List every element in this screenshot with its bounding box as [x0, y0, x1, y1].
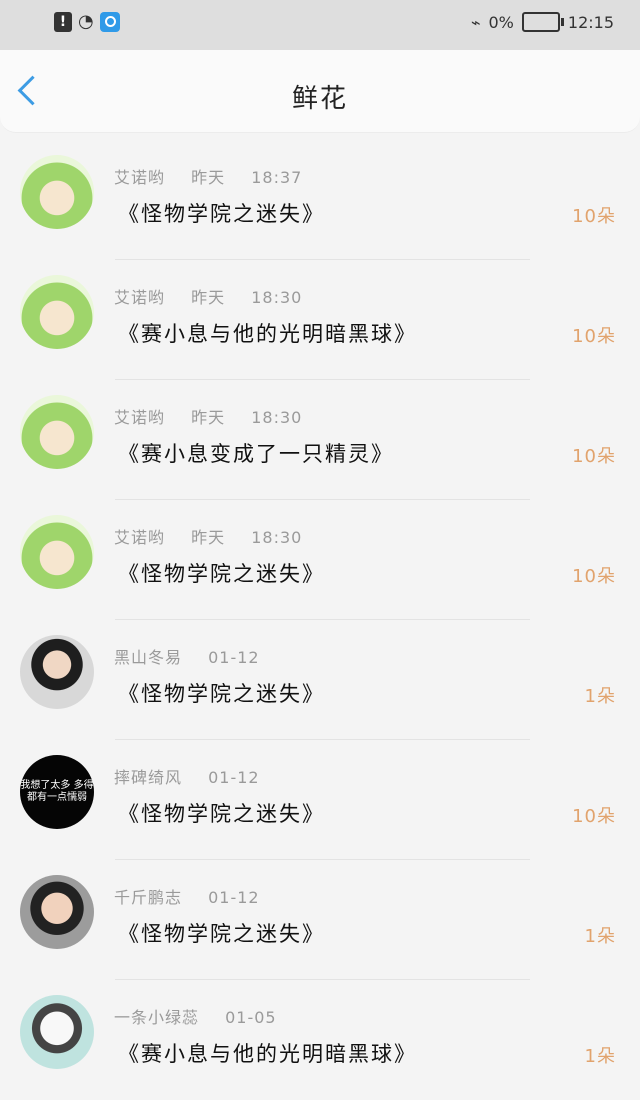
work-title: 《怪物学院之迷失》 — [118, 562, 325, 586]
list-item[interactable]: 艾诺哟 昨天 18:30 《怪物学院之迷失》 10朵 — [0, 500, 640, 620]
user-name: 艾诺哟 — [114, 288, 166, 307]
user-name: 千斤鹏志 — [114, 888, 183, 907]
meta: 千斤鹏志 01-12 — [114, 884, 280, 908]
list-item[interactable]: 艾诺哟 昨天 18:30 《赛小息变成了一只精灵》 10朵 — [0, 380, 640, 500]
avatar[interactable] — [20, 995, 94, 1069]
avatar[interactable] — [20, 635, 94, 709]
work-title: 《赛小息与他的光明暗黑球》 — [118, 322, 417, 346]
avatar[interactable] — [20, 875, 94, 949]
avatar[interactable]: 我想了太多 多得都有一点懦弱 — [20, 755, 94, 829]
flower-count: 1朵 — [584, 926, 616, 947]
list-item[interactable]: 千斤鹏志 01-12 《怪物学院之迷失》 1朵 — [0, 860, 640, 980]
sim-alert-icon: ! — [54, 12, 72, 32]
flower-count: 10朵 — [572, 206, 616, 227]
date: 昨天 — [191, 288, 226, 307]
avatar[interactable] — [20, 395, 94, 469]
date: 昨天 — [191, 168, 226, 187]
list-item[interactable]: 艾诺哟 昨天 18:30 《赛小息与他的光明暗黑球》 10朵 — [0, 260, 640, 380]
battery-percent: 0% — [488, 12, 514, 32]
list-item[interactable]: 艾诺哟 昨天 18:37 《怪物学院之迷失》 10朵 — [0, 140, 640, 260]
status-bar: ! ◔ ⌁ 0% 12:15 — [0, 0, 640, 50]
battery-icon — [521, 12, 564, 32]
date: 01-12 — [208, 648, 260, 667]
work-title: 《赛小息变成了一只精灵》 — [118, 442, 394, 466]
work-title: 《怪物学院之迷失》 — [118, 682, 325, 706]
avatar-text: 我想了太多 多得都有一点懦弱 — [20, 780, 94, 803]
flower-count: 1朵 — [584, 686, 616, 707]
flower-count: 10朵 — [572, 446, 616, 467]
avatar[interactable] — [20, 155, 94, 229]
date: 昨天 — [191, 408, 226, 427]
page-title: 鲜花 — [291, 84, 348, 114]
flower-count: 1朵 — [584, 1046, 616, 1067]
flower-count: 10朵 — [572, 806, 616, 827]
avatar[interactable] — [20, 275, 94, 349]
user-name: 黑山冬易 — [114, 648, 183, 667]
vibrate-icon: ⌁ — [470, 12, 481, 32]
list-item[interactable]: 我想了太多 多得都有一点懦弱 摔碑绮风 01-12 《怪物学院之迷失》 10朵 — [0, 740, 640, 860]
meta: 一条小绿蕊 01-05 — [114, 1004, 297, 1028]
list-item[interactable]: 一条小绿蕊 01-05 《赛小息与他的光明暗黑球》 1朵 — [0, 980, 640, 1100]
date: 01-12 — [208, 768, 260, 787]
user-name: 摔碑绮风 — [114, 768, 183, 787]
time: 18:30 — [251, 528, 303, 547]
status-right-icons: ⌁ 0% 12:15 — [471, 12, 614, 32]
meta: 艾诺哟 昨天 18:30 — [114, 524, 322, 548]
meta: 艾诺哟 昨天 18:30 — [114, 284, 322, 308]
work-title: 《赛小息与他的光明暗黑球》 — [118, 1042, 417, 1066]
meta: 艾诺哟 昨天 18:30 — [114, 404, 322, 428]
avatar[interactable] — [20, 515, 94, 589]
date: 01-12 — [208, 888, 260, 907]
list-item[interactable]: 黑山冬易 01-12 《怪物学院之迷失》 1朵 — [0, 620, 640, 740]
meta: 艾诺哟 昨天 18:37 — [114, 164, 322, 188]
work-title: 《怪物学院之迷失》 — [118, 802, 325, 826]
time: 18:30 — [251, 408, 303, 427]
status-left-icons: ! ◔ — [54, 12, 120, 32]
meta: 摔碑绮风 01-12 — [114, 764, 280, 788]
time: 18:37 — [251, 168, 303, 187]
date: 昨天 — [191, 528, 226, 547]
work-title: 《怪物学院之迷失》 — [118, 922, 325, 946]
user-name: 艾诺哟 — [114, 168, 166, 187]
flower-list: 艾诺哟 昨天 18:37 《怪物学院之迷失》 10朵 艾诺哟 昨天 18:30 … — [0, 140, 640, 1100]
date: 01-05 — [225, 1008, 277, 1027]
flower-count: 10朵 — [572, 566, 616, 587]
work-title: 《怪物学院之迷失》 — [118, 202, 325, 226]
time: 18:30 — [251, 288, 303, 307]
meta: 黑山冬易 01-12 — [114, 644, 280, 668]
user-name: 一条小绿蕊 — [114, 1008, 200, 1027]
search-app-icon — [99, 12, 120, 32]
flower-count: 10朵 — [572, 326, 616, 347]
wifi-icon: ◔ — [78, 11, 94, 32]
top-navigation: 鲜花 — [0, 50, 640, 133]
user-name: 艾诺哟 — [114, 408, 166, 427]
status-time: 12:15 — [567, 12, 614, 32]
user-name: 艾诺哟 — [114, 528, 166, 547]
